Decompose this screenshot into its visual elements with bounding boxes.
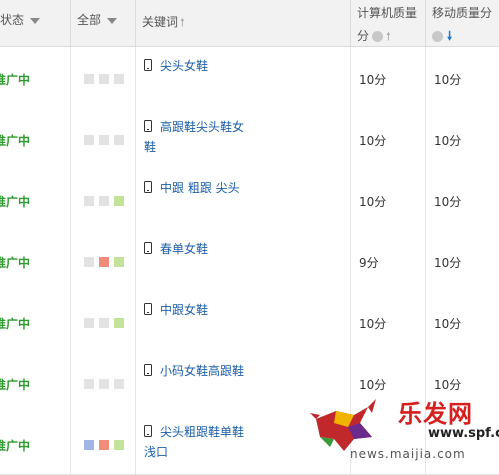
mobile-quality-score: 10分 [434,73,462,87]
pc-quality-score: 9分 [359,256,379,270]
quality-dot [99,196,109,206]
mobile-quality-help-icon[interactable] [432,31,443,42]
keyword-link[interactable]: 高跟鞋尖头鞋女鞋 [144,120,244,154]
quality-dot [84,318,94,328]
quality-dot [99,318,109,328]
keyword-column-header[interactable]: 关键词 🠕 [136,0,351,46]
all-filter-label: 全部 [77,13,102,27]
quality-dot [114,318,124,328]
quality-dot [114,135,124,145]
status-text: 推广中 [0,256,31,270]
table-header: 状态 全部 关键词 🠕 计算机质量 分 🠕 移动质量分 🠗 [0,0,499,47]
mobile-quality-score: 10分 [434,134,462,148]
all-filter-header[interactable]: 全部 [71,0,136,46]
quality-dots [84,317,129,331]
quality-dots [84,256,129,270]
quality-dots [84,73,129,87]
keyword-link[interactable]: 中跟 粗跟 尖头 [160,181,240,195]
quality-dots [84,134,129,148]
quality-dot [114,196,124,206]
keyword-link[interactable]: 春单女鞋 [160,242,208,256]
pc-quality-sort-up-arrow-icon[interactable]: 🠕 [386,28,391,47]
status-text: 推广中 [0,439,31,453]
watermark-domain-text: www.spf.cn [428,426,499,441]
quality-dot [84,379,94,389]
quality-dots [84,439,129,453]
status-column-header[interactable]: 状态 [0,0,71,46]
mobile-quality-sort-down-arrow-icon[interactable]: 🠗 [447,27,452,48]
keyword-link[interactable]: 尖头女鞋 [160,59,208,73]
mobile-quality-column-header[interactable]: 移动质量分 🠗 [426,0,499,46]
pc-quality-score: 10分 [359,317,387,331]
quality-dot [114,379,124,389]
quality-dot [99,257,109,267]
quality-dot [99,440,109,450]
quality-dot [114,440,124,450]
keyword-header-label: 关键词 [142,15,179,29]
mobile-quality-score: 10分 [434,256,462,270]
mobile-phone-icon [144,425,152,437]
mobile-phone-icon [144,181,152,193]
keyword-sort-up-arrow-icon[interactable]: 🠕 [180,14,185,33]
pc-quality-score: 10分 [359,73,387,87]
pc-quality-help-icon[interactable] [372,31,384,42]
quality-dot [99,135,109,145]
quality-dot [84,135,94,145]
mobile-phone-icon [144,242,152,254]
watermark-url-text: news.maijia.com [350,447,466,461]
pc-quality-column-header[interactable]: 计算机质量 分 🠕 [351,0,426,46]
status-text: 推广中 [0,378,31,392]
mobile-phone-icon [144,59,152,71]
table-row: 推广中 中跟 粗跟 尖头 10分 10分 [0,169,499,231]
pc-quality-header-label-2: 分 [357,29,370,43]
quality-dot [114,257,124,267]
keyword-link[interactable]: 小码女鞋高跟鞋 [160,364,244,378]
quality-dot [84,74,94,84]
status-text: 推广中 [0,317,31,331]
quality-dot [99,379,109,389]
mobile-quality-header-label: 移动质量分 [432,6,493,20]
keyword-link[interactable]: 尖头粗跟鞋单鞋浅口 [144,425,244,459]
mobile-phone-icon [144,303,152,315]
quality-dot [84,196,94,206]
status-filter-dropdown-icon[interactable] [30,17,41,24]
quality-dot [99,74,109,84]
table-row: 推广中 尖头女鞋 10分 10分 [0,47,499,109]
all-filter-dropdown-icon[interactable] [107,17,118,24]
pc-quality-score: 10分 [359,378,387,392]
mobile-quality-score: 10分 [434,317,462,331]
quality-dots [84,195,129,209]
keyword-link[interactable]: 中跟女鞋 [160,303,208,317]
pc-quality-score: 10分 [359,195,387,209]
quality-dot [114,74,124,84]
mobile-phone-icon [144,120,152,132]
table-row: 推广中 高跟鞋尖头鞋女鞋 10分 10分 [0,108,499,170]
quality-dot [84,257,94,267]
quality-dots [84,378,129,392]
watermark-logo: 乐发网 www.spf.cn news.maijia.com [310,393,499,464]
status-text: 推广中 [0,195,31,209]
mobile-quality-score: 10分 [434,378,462,392]
status-header-label: 状态 [0,13,25,27]
table-row: 推广中 春单女鞋 9分 10分 [0,230,499,292]
quality-dot [84,440,94,450]
status-text: 推广中 [0,73,31,87]
mobile-phone-icon [144,364,152,376]
status-text: 推广中 [0,134,31,148]
pc-quality-header-label-1: 计算机质量 [357,6,418,20]
mobile-quality-score: 10分 [434,195,462,209]
watermark-logo-text: 乐发网 [398,399,473,428]
pc-quality-score: 10分 [359,134,387,148]
table-row: 推广中 中跟女鞋 10分 10分 [0,291,499,353]
